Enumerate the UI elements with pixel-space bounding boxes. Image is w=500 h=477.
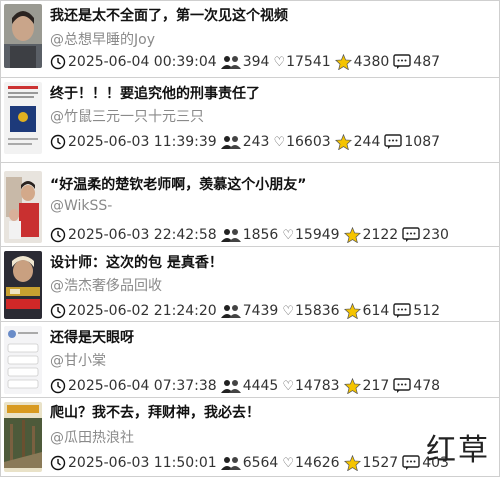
user-count: 7439	[242, 303, 279, 319]
favorite-count: 2122	[362, 227, 399, 243]
author-handle[interactable]: @WikSS-	[50, 198, 112, 214]
video-title[interactable]: “好温柔的楚钦老师啊，羡慕这个小朋友”	[50, 174, 306, 194]
like-count: 15949	[295, 227, 340, 243]
post-time: 2025-06-04 00:39:04	[68, 54, 217, 70]
comment-icon	[384, 134, 403, 150]
star-icon	[343, 455, 361, 471]
clock-icon	[50, 378, 66, 394]
user-count: 6564	[242, 455, 279, 471]
comment-count: 1087	[404, 134, 441, 150]
author-handle[interactable]: @总想早睡的Joy	[50, 29, 155, 49]
list-item[interactable]: “好温柔的楚钦老师啊，羡慕这个小朋友” @WikSS- 2025-06-03 2…	[0, 163, 500, 247]
author-handle[interactable]: @瓜田热浪社	[50, 427, 134, 447]
video-thumbnail[interactable]	[4, 4, 42, 68]
video-title[interactable]: 设计师：这次的包 是真香！	[50, 252, 223, 272]
star-icon	[343, 303, 361, 319]
video-stats: 2025-06-04 00:39:04 394 ♡ 17541 4380 487	[50, 53, 444, 71]
like-count: 16603	[286, 134, 331, 150]
clock-icon	[50, 455, 66, 471]
video-title[interactable]: 终于！！！要追究他的刑事责任了	[50, 83, 260, 103]
clock-icon	[50, 303, 66, 319]
list-item[interactable]: 还得是天眼呀 @甘小棠 2025-06-04 07:37:38 4445 ♡ 1…	[0, 322, 500, 398]
users-icon	[220, 304, 241, 318]
comment-count: 230	[422, 227, 449, 243]
video-thumbnail[interactable]	[4, 251, 42, 319]
video-thumbnail[interactable]	[4, 402, 42, 472]
video-title[interactable]: 还得是天眼呀	[50, 327, 134, 347]
author-handle[interactable]: @浩杰奢侈品回收	[50, 275, 162, 295]
video-stats: 2025-06-03 11:50:01 6564 ♡ 14626 1527 40…	[50, 454, 453, 472]
video-thumbnail[interactable]	[4, 171, 42, 243]
user-count: 4445	[242, 378, 279, 394]
comment-icon	[393, 303, 411, 319]
author-handle[interactable]: @甘小棠	[50, 350, 106, 370]
list-item[interactable]: 设计师：这次的包 是真香！ @浩杰奢侈品回收 2025-06-02 21:24:…	[0, 247, 500, 322]
list-item[interactable]: 终于！！！要追究他的刑事责任了 @竹鼠三元一只十元三只 2025-06-03 1…	[0, 78, 500, 163]
like-count: 14783	[295, 378, 340, 394]
favorite-count: 4380	[353, 54, 390, 70]
comment-count: 487	[413, 54, 441, 70]
author-handle[interactable]: @竹鼠三元一只十元三只	[50, 106, 204, 126]
video-stats: 2025-06-02 21:24:20 7439 ♡ 15836 614 512	[50, 302, 444, 320]
comment-icon	[402, 227, 420, 243]
heart-icon: ♡	[273, 54, 286, 70]
favorite-count: 217	[362, 378, 390, 394]
heart-icon: ♡	[282, 378, 294, 394]
video-title[interactable]: 爬山？我不去，拜财神，我必去！	[50, 402, 260, 422]
post-time: 2025-06-03 11:39:39	[68, 134, 217, 150]
users-icon	[220, 379, 241, 393]
post-time: 2025-06-02 21:24:20	[68, 303, 217, 319]
heart-icon: ♡	[282, 227, 294, 243]
comment-count: 512	[413, 303, 441, 319]
post-time: 2025-06-04 07:37:38	[68, 378, 217, 394]
heart-icon: ♡	[282, 455, 294, 471]
like-count: 15836	[295, 303, 340, 319]
post-time: 2025-06-03 11:50:01	[68, 455, 217, 471]
star-icon	[343, 378, 361, 394]
video-stats: 2025-06-03 11:39:39 243 ♡ 16603 244 1087	[50, 133, 444, 151]
heart-icon: ♡	[282, 303, 294, 319]
watermark: 红草	[426, 433, 490, 468]
comment-icon	[402, 455, 420, 471]
post-time: 2025-06-03 22:42:58	[68, 227, 217, 243]
list-item[interactable]: 我还是太不全面了，第一次见这个视频 @总想早睡的Joy 2025-06-04 0…	[0, 0, 500, 78]
like-count: 17541	[286, 54, 331, 70]
list-item[interactable]: 爬山？我不去，拜财神，我必去！ @瓜田热浪社 2025-06-03 11:50:…	[0, 398, 500, 477]
favorite-count: 614	[362, 303, 390, 319]
clock-icon	[50, 134, 66, 150]
users-icon	[220, 228, 241, 242]
video-title[interactable]: 我还是太不全面了，第一次见这个视频	[50, 5, 288, 25]
clock-icon	[50, 54, 66, 70]
video-stats: 2025-06-03 22:42:58 1856 ♡ 15949 2122 23…	[50, 226, 453, 244]
heart-icon: ♡	[273, 134, 286, 150]
comment-count: 478	[413, 378, 441, 394]
favorite-count: 1527	[362, 455, 399, 471]
like-count: 14626	[295, 455, 340, 471]
video-thumbnail[interactable]	[4, 326, 42, 394]
star-icon	[334, 134, 352, 150]
comment-icon	[393, 54, 411, 70]
comment-icon	[393, 378, 411, 394]
star-icon	[334, 54, 352, 70]
users-icon	[220, 135, 241, 149]
clock-icon	[50, 227, 66, 243]
user-count: 394	[242, 54, 270, 70]
user-count: 243	[242, 134, 270, 150]
user-count: 1856	[242, 227, 279, 243]
video-thumbnail[interactable]	[4, 82, 42, 154]
star-icon	[343, 227, 361, 243]
users-icon	[220, 55, 241, 69]
video-stats: 2025-06-04 07:37:38 4445 ♡ 14783 217 478	[50, 377, 444, 395]
users-icon	[220, 456, 241, 470]
favorite-count: 244	[353, 134, 381, 150]
